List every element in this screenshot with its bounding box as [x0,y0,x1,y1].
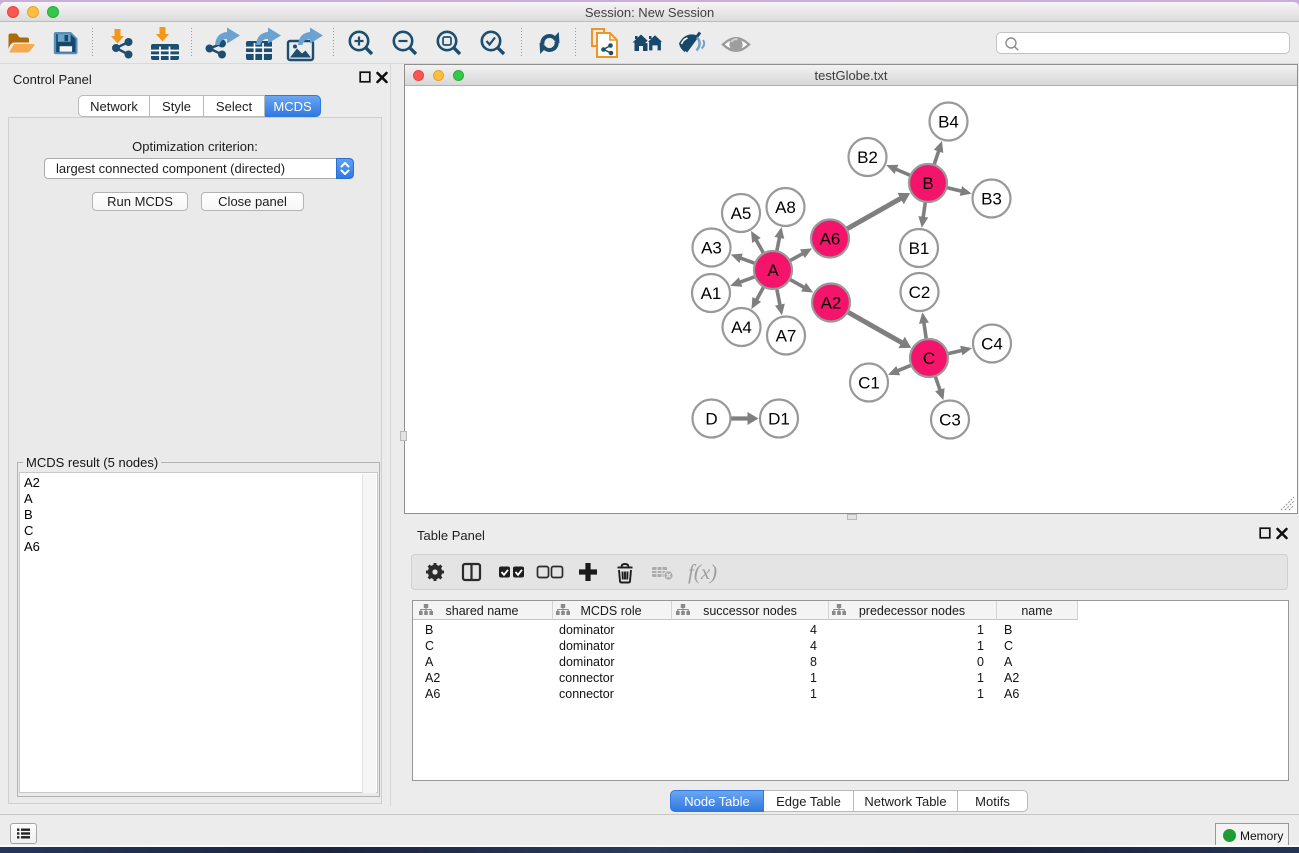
svg-text:C: C [1004,639,1013,653]
svg-text:predecessor nodes: predecessor nodes [859,604,965,618]
svg-text:A6: A6 [425,687,440,701]
svg-text:A1: A1 [701,284,722,303]
svg-text:A2: A2 [821,294,842,313]
svg-text:A3: A3 [701,239,722,258]
svg-text:1: 1 [810,687,817,701]
svg-text:A: A [767,261,779,280]
svg-text:A2: A2 [425,671,440,685]
svg-text:A5: A5 [731,204,752,223]
svg-text:D: D [705,410,717,429]
svg-text:A2: A2 [1004,671,1019,685]
svg-text:0: 0 [977,655,984,669]
svg-text:MCDS role: MCDS role [580,604,641,618]
svg-text:shared name: shared name [446,604,519,618]
svg-text:dominator: dominator [559,655,615,669]
svg-text:C2: C2 [909,283,931,302]
svg-text:B: B [425,623,433,637]
svg-text:B2: B2 [857,148,878,167]
svg-text:8: 8 [810,655,817,669]
svg-text:4: 4 [810,623,817,637]
svg-text:A: A [1004,655,1013,669]
svg-text:4: 4 [810,639,817,653]
svg-text:A6: A6 [1004,687,1019,701]
svg-text:1: 1 [977,623,984,637]
svg-text:1: 1 [810,671,817,685]
svg-text:A7: A7 [776,327,797,346]
svg-text:C3: C3 [939,411,961,430]
svg-text:dominator: dominator [559,623,615,637]
svg-text:A: A [425,655,434,669]
svg-text:1: 1 [977,639,984,653]
svg-text:connector: connector [559,687,614,701]
svg-text:B4: B4 [938,113,959,132]
svg-text:C: C [923,349,935,368]
svg-text:A4: A4 [731,318,752,337]
svg-text:C: C [425,639,434,653]
svg-text:C1: C1 [858,374,880,393]
svg-text:B3: B3 [981,190,1002,209]
svg-text:D1: D1 [768,410,790,429]
svg-text:A6: A6 [820,230,841,249]
svg-text:successor nodes: successor nodes [703,604,797,618]
svg-text:B: B [922,174,933,193]
svg-text:connector: connector [559,671,614,685]
svg-text:1: 1 [977,687,984,701]
svg-text:1: 1 [977,671,984,685]
svg-text:A8: A8 [775,198,796,217]
svg-text:B: B [1004,623,1012,637]
svg-text:name: name [1021,604,1052,618]
svg-text:dominator: dominator [559,639,615,653]
svg-text:B1: B1 [909,239,930,258]
svg-text:f(x): f(x) [688,560,717,584]
svg-text:C4: C4 [981,335,1003,354]
